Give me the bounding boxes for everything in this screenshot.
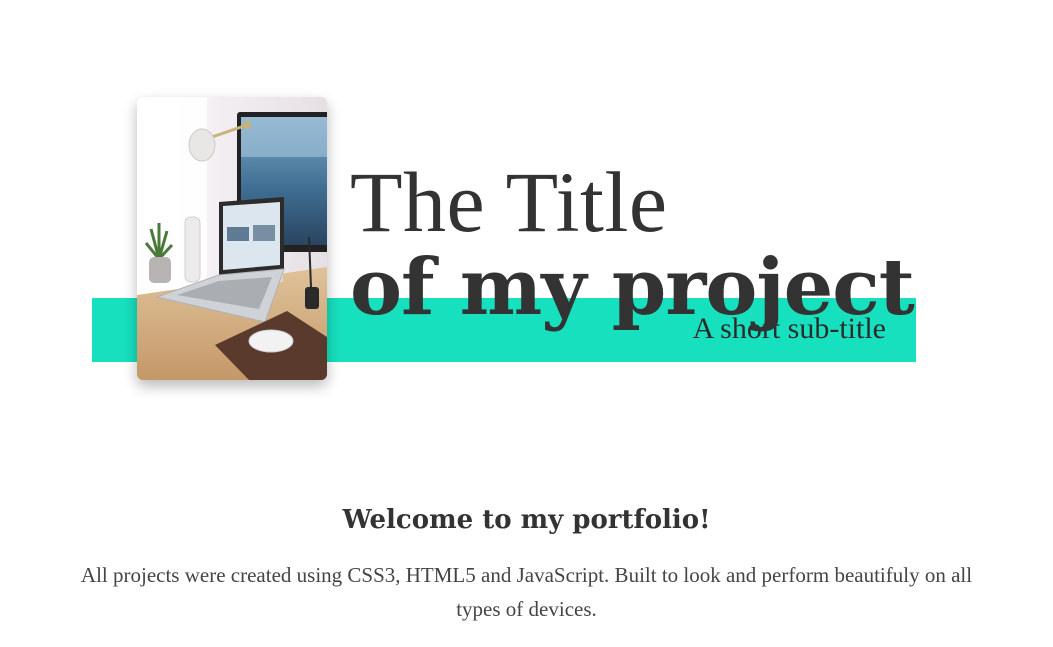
project-photo: [137, 97, 327, 380]
intro-heading: Welcome to my portfolio!: [342, 505, 711, 535]
hero-title-line-1: The Title: [350, 153, 668, 250]
intro-body: All projects were created using CSS3, HT…: [80, 563, 973, 621]
intro-section: Welcome to my portfolio! All projects we…: [0, 500, 1053, 626]
hero-section: A short sub-title The Title of my projec…: [0, 0, 1053, 470]
desk-scene-illustration: [137, 97, 327, 380]
hero-title-line-2: of my project: [350, 242, 915, 334]
